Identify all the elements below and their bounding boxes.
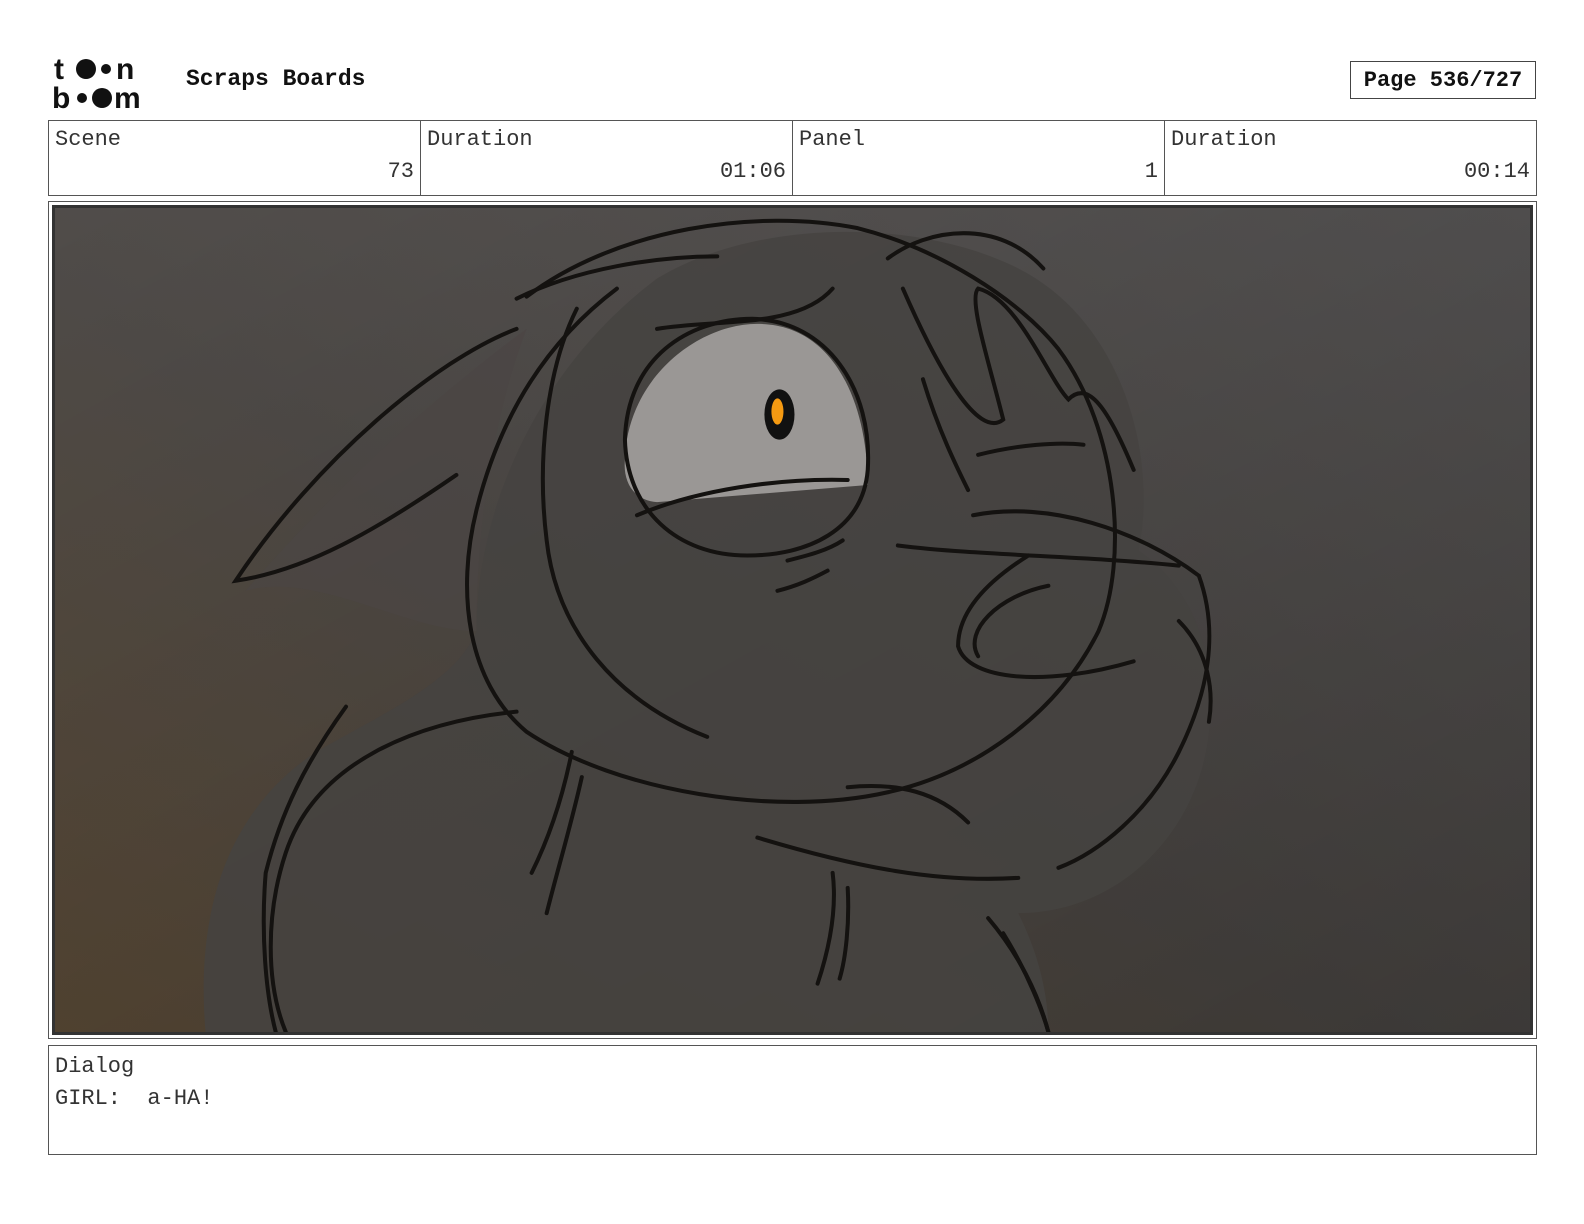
scene-label: Scene	[55, 127, 122, 152]
panel-drawing	[55, 208, 1530, 1032]
panel-duration-label: Duration	[1171, 127, 1277, 152]
storyboard-panel-frame	[48, 201, 1537, 1039]
storyboard-panel-image	[52, 205, 1533, 1035]
dialog-label: Dialog	[55, 1054, 135, 1079]
scene-duration-label: Duration	[427, 127, 533, 152]
project-title: Scraps Boards	[186, 66, 366, 92]
eye-iris	[771, 398, 784, 425]
dialog-text: GIRL: a-HA!	[55, 1086, 214, 1111]
scene-cell: Scene 73	[49, 121, 421, 195]
panel-cell: Panel 1	[793, 121, 1165, 195]
page-indicator: Page 536/727	[1350, 61, 1536, 99]
panel-duration-value: 00:14	[1463, 159, 1530, 184]
svg-text:b: b	[52, 82, 70, 112]
panel-info-row: Scene 73 Duration 01:06 Panel 1 Duration…	[48, 120, 1537, 196]
svg-text:m: m	[114, 82, 141, 112]
logo-graphic: t n b m	[52, 53, 141, 112]
scene-duration-value: 01:06	[719, 159, 786, 184]
panel-duration-cell: Duration 00:14	[1165, 121, 1536, 195]
panel-label: Panel	[799, 127, 866, 152]
dialog-box: Dialog GIRL: a-HA!	[48, 1045, 1537, 1155]
panel-value: 1	[1144, 159, 1158, 184]
toon-boom-logo: t n b m	[52, 52, 164, 112]
scene-value: 73	[387, 159, 414, 184]
scene-duration-cell: Duration 01:06	[421, 121, 793, 195]
page-label: Page 536/727	[1363, 67, 1523, 93]
